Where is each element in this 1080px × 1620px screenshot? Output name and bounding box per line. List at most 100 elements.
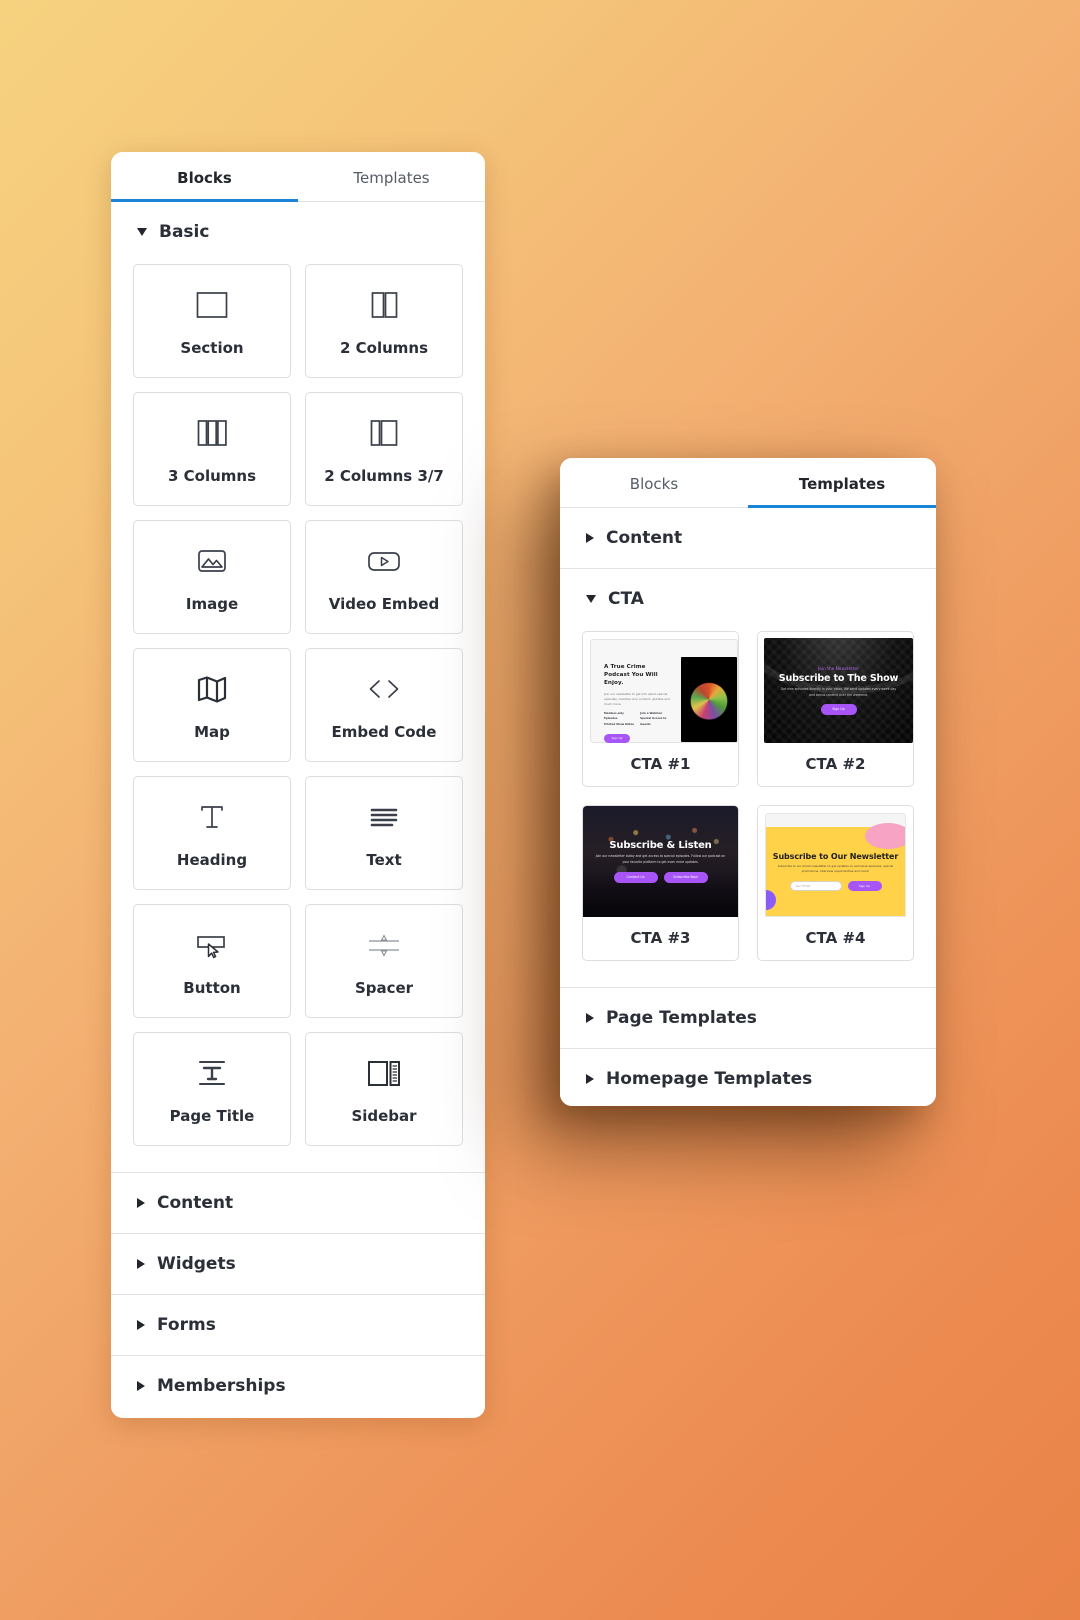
- thumb-paragraph: Join our newsletter today and get access…: [595, 854, 726, 864]
- template-thumbnail: Subscribe to Our Newsletter Subscribe to…: [758, 806, 913, 917]
- section-icon: [195, 285, 229, 325]
- block-label: Section: [180, 339, 244, 357]
- thumb-paragraph: Join our newsletter to get info about sp…: [604, 692, 670, 706]
- block-card-page-title[interactable]: Page Title: [133, 1032, 291, 1146]
- chevron-down-icon: [586, 595, 596, 603]
- text-icon: [367, 797, 401, 837]
- block-label: 3 Columns: [167, 467, 257, 485]
- chevron-right-icon: [137, 1381, 145, 1391]
- chevron-down-icon: [137, 228, 147, 236]
- thumb-buttons: Contact Us Subscribe Now: [613, 871, 708, 883]
- tab-templates[interactable]: Templates: [748, 458, 936, 508]
- two-columns-icon: [367, 285, 401, 325]
- section-label-widgets: Widgets: [157, 1254, 236, 1274]
- section-header-content[interactable]: Content: [560, 508, 936, 568]
- tab-blocks[interactable]: Blocks: [560, 458, 748, 507]
- tab-blocks[interactable]: Blocks: [111, 152, 298, 202]
- section-header-forms[interactable]: Forms: [111, 1294, 485, 1355]
- chevron-right-icon: [137, 1198, 145, 1208]
- block-card-3-columns[interactable]: 3 Columns: [133, 392, 291, 506]
- thumb-heading: Subscribe to Our Newsletter: [772, 851, 899, 861]
- thumb-eyebrow: Join the Newsletter: [818, 666, 859, 672]
- block-label: 2 Columns: [339, 339, 429, 357]
- templates-grid: A True Crime Podcast You Will Enjoy. Joi…: [560, 629, 936, 987]
- block-label: Heading: [176, 851, 248, 869]
- block-label: Sidebar: [351, 1107, 417, 1125]
- thumb-email-input: Your Email: [789, 881, 842, 892]
- section-header-widgets[interactable]: Widgets: [111, 1233, 485, 1294]
- block-label: 2 Columns 3/7: [324, 467, 444, 485]
- video-embed-icon: [366, 541, 402, 581]
- block-card-heading[interactable]: Heading: [133, 776, 291, 890]
- template-card-cta-2[interactable]: Join the Newsletter Subscribe to The Sho…: [757, 631, 914, 787]
- block-card-2-columns-37[interactable]: 2 Columns 3/7: [305, 392, 463, 506]
- section-label-content: Content: [157, 1193, 234, 1213]
- chevron-right-icon: [137, 1259, 145, 1269]
- thumb-bullet: Printed Show Notes: [604, 721, 635, 726]
- block-card-section[interactable]: Section: [133, 264, 291, 378]
- block-card-button[interactable]: Button: [133, 904, 291, 1018]
- block-card-video-embed[interactable]: Video Embed: [305, 520, 463, 634]
- section-label-cta: CTA: [608, 589, 644, 609]
- chevron-right-icon: [586, 1074, 594, 1084]
- template-name: CTA #3: [630, 929, 691, 947]
- section-header-content[interactable]: Content: [111, 1172, 485, 1233]
- block-card-sidebar[interactable]: Sidebar: [305, 1032, 463, 1146]
- thumb-heading: Subscribe & Listen: [609, 840, 712, 852]
- section-label-content: Content: [606, 528, 683, 548]
- template-card-cta-1[interactable]: A True Crime Podcast You Will Enjoy. Joi…: [582, 631, 739, 787]
- embed-code-icon: [364, 669, 404, 709]
- template-card-cta-3[interactable]: Subscribe & Listen Join our newsletter t…: [582, 805, 739, 961]
- template-name: CTA #1: [630, 755, 691, 773]
- page-title-icon: [193, 1053, 231, 1093]
- tab-templates[interactable]: Templates: [298, 152, 485, 201]
- section-header-page-templates[interactable]: Page Templates: [560, 987, 936, 1048]
- block-card-text[interactable]: Text: [305, 776, 463, 890]
- template-thumbnail: A True Crime Podcast You Will Enjoy. Joi…: [583, 632, 738, 743]
- block-label: Image: [185, 595, 239, 613]
- thumb-bullets: Member-only Episodes Printed Show Notes …: [604, 711, 673, 726]
- section-header-cta[interactable]: CTA: [560, 568, 936, 629]
- button-icon: [192, 925, 232, 965]
- template-thumbnail: Join the Newsletter Subscribe to The Sho…: [758, 632, 913, 743]
- block-card-map[interactable]: Map: [133, 648, 291, 762]
- block-label: Button: [183, 979, 241, 997]
- block-card-2-columns[interactable]: 2 Columns: [305, 264, 463, 378]
- thumb-bullet: Member-only Episodes: [604, 711, 624, 721]
- block-label: Page Title: [169, 1107, 255, 1125]
- blocks-panel-tabs: Blocks Templates: [111, 152, 485, 202]
- template-name: CTA #4: [805, 929, 866, 947]
- block-label: Spacer: [354, 979, 414, 997]
- section-header-memberships[interactable]: Memberships: [111, 1355, 485, 1416]
- template-card-cta-4[interactable]: Subscribe to Our Newsletter Subscribe to…: [757, 805, 914, 961]
- image-icon: [195, 541, 229, 581]
- block-card-spacer[interactable]: Spacer: [305, 904, 463, 1018]
- thumb-image: [681, 657, 737, 742]
- section-label-forms: Forms: [157, 1315, 216, 1335]
- templates-panel-tabs: Blocks Templates: [560, 458, 936, 508]
- thumb-button: Sign Up: [604, 733, 630, 743]
- thumb-button: Sign Up: [847, 881, 882, 892]
- chevron-right-icon: [137, 1320, 145, 1330]
- thumb-button: Subscribe Now: [663, 871, 708, 883]
- blocks-grid: Section 2 Columns 3 Columns 2 Columns 3/…: [111, 262, 485, 1172]
- section-header-basic[interactable]: Basic: [111, 202, 485, 262]
- thumb-bullet: Special Access to Guests: [640, 716, 667, 726]
- block-label: Text: [366, 851, 402, 869]
- template-name: CTA #2: [805, 755, 866, 773]
- block-card-image[interactable]: Image: [133, 520, 291, 634]
- section-label-basic: Basic: [159, 222, 210, 242]
- block-label: Map: [194, 723, 230, 741]
- sidebar-icon: [365, 1053, 403, 1093]
- section-label-memberships: Memberships: [157, 1376, 286, 1396]
- thumb-heading: A True Crime Podcast You Will Enjoy.: [604, 664, 658, 687]
- two-columns-37-icon: [367, 413, 401, 453]
- chevron-right-icon: [586, 1013, 594, 1023]
- section-header-homepage-templates[interactable]: Homepage Templates: [560, 1048, 936, 1106]
- templates-panel: Blocks Templates Content CTA A True Crim…: [560, 458, 936, 1106]
- block-label: Embed Code: [331, 723, 437, 741]
- block-card-embed-code[interactable]: Embed Code: [305, 648, 463, 762]
- thumb-button: Contact Us: [613, 871, 658, 883]
- map-icon: [195, 669, 229, 709]
- thumb-heading: Subscribe to The Show: [778, 673, 899, 685]
